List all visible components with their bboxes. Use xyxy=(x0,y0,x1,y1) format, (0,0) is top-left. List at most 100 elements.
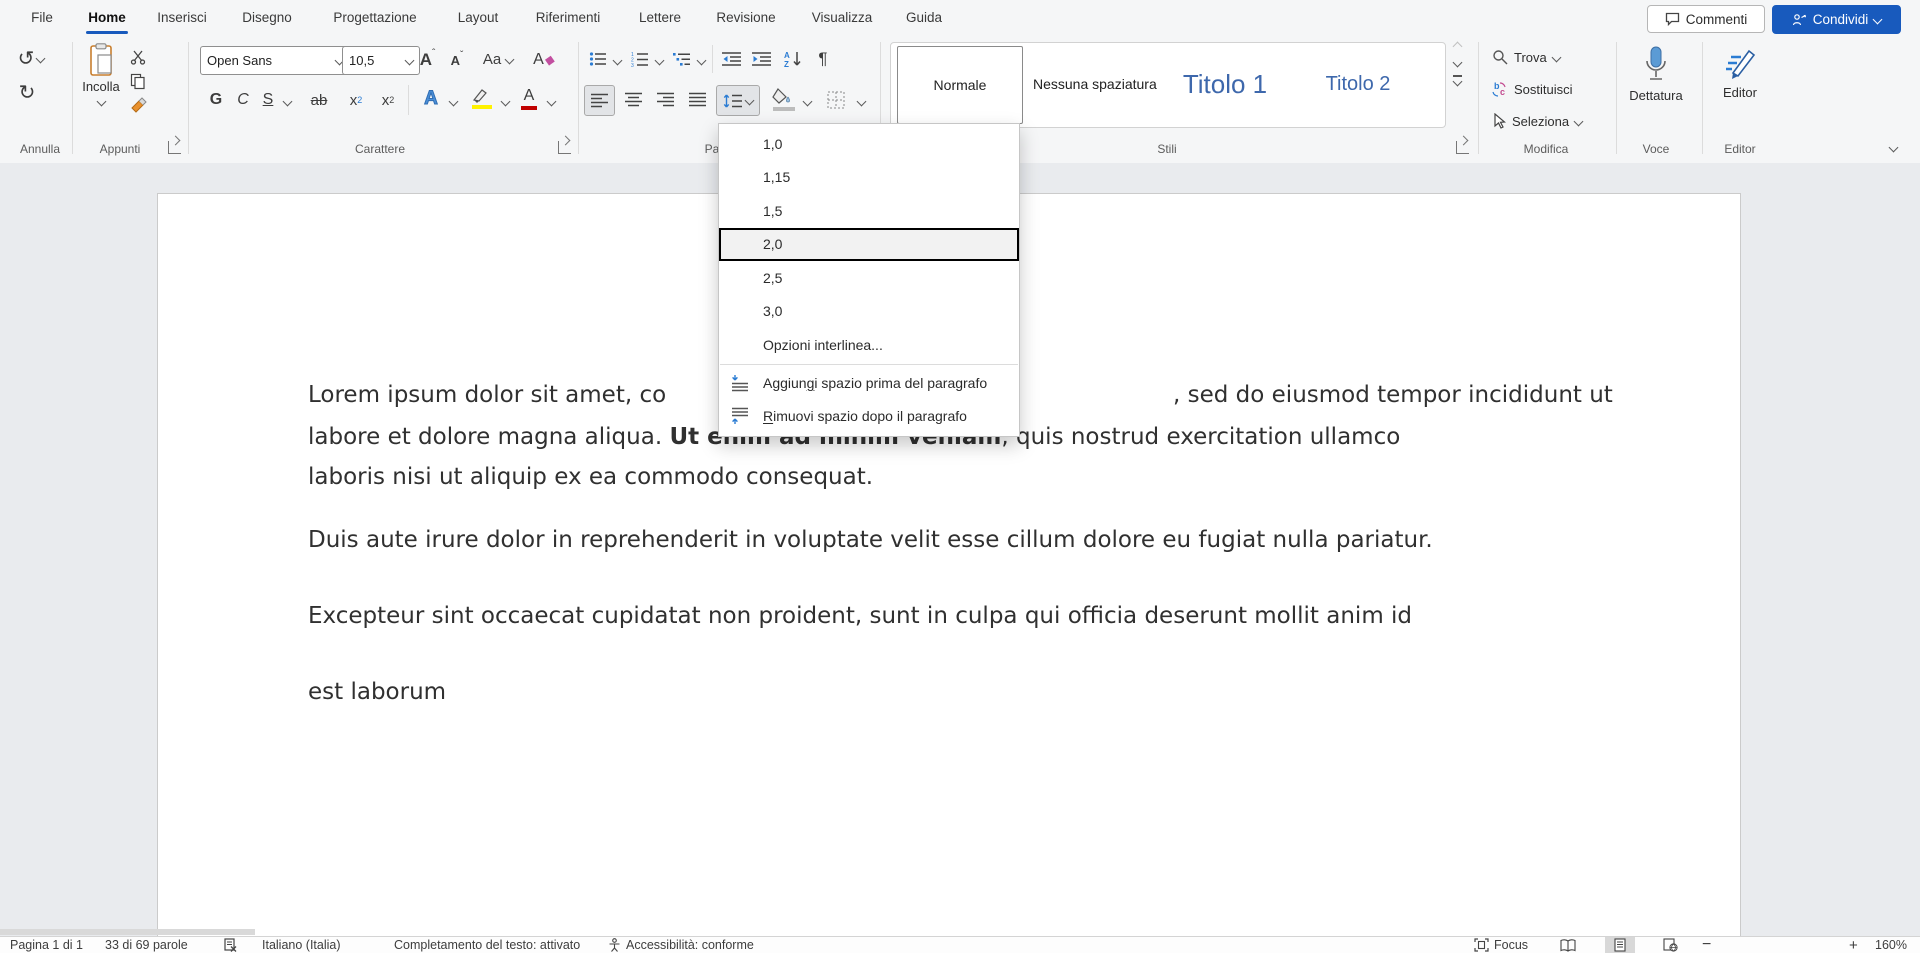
style-normale[interactable]: Normale xyxy=(897,46,1023,124)
proofing-icon xyxy=(224,938,237,952)
style-titolo-2[interactable]: Titolo 2 xyxy=(1295,46,1421,122)
spacing-option-1-0[interactable]: 1,0 xyxy=(719,127,1019,161)
accessibility-status[interactable]: Accessibilità: conforme xyxy=(608,937,754,953)
align-right-icon xyxy=(657,92,674,107)
accessibility-icon xyxy=(608,938,621,952)
chevron-down-icon xyxy=(745,96,755,106)
chevron-down-icon xyxy=(501,97,511,107)
font-size-combo[interactable]: 10,5 xyxy=(342,46,420,75)
spacing-option-3-0[interactable]: 3,0 xyxy=(719,295,1019,329)
chevron-down-icon xyxy=(405,56,415,66)
add-space-before-item[interactable]: Aggiungi spazio prima del paragrafo xyxy=(719,367,1019,400)
replace-icon: b c xyxy=(1490,81,1508,97)
copy-button[interactable] xyxy=(126,71,150,91)
underline-button[interactable]: S xyxy=(256,87,280,113)
carattere-dialog-launcher[interactable] xyxy=(558,141,571,154)
comments-button[interactable]: Commenti xyxy=(1647,5,1765,33)
paste-button[interactable]: Incolla xyxy=(80,43,122,105)
increase-indent-button[interactable] xyxy=(748,47,774,71)
print-layout-button[interactable] xyxy=(1605,937,1635,953)
borders-button[interactable] xyxy=(820,85,852,114)
font-color-button[interactable]: A xyxy=(514,85,544,113)
zoom-level[interactable]: 160% xyxy=(1875,937,1907,953)
tab-revisione[interactable]: Revisione xyxy=(716,4,775,30)
stili-dialog-launcher[interactable] xyxy=(1456,141,1469,154)
justify-button[interactable] xyxy=(683,85,712,114)
collapse-ribbon-icon[interactable] xyxy=(1889,143,1899,153)
gallery-expand-button[interactable] xyxy=(1453,75,1462,85)
align-center-button[interactable] xyxy=(619,85,648,114)
share-button[interactable]: Condividi xyxy=(1772,5,1901,34)
remove-space-after-item[interactable]: Rimuovi spazio dopo il paragrafo xyxy=(719,400,1019,433)
dictate-button[interactable]: Dettatura xyxy=(1624,45,1688,103)
format-painter-button[interactable] xyxy=(126,95,150,117)
justify-icon xyxy=(689,92,706,107)
change-case-button[interactable]: Aa xyxy=(476,47,520,72)
find-button[interactable]: Trova xyxy=(1492,49,1560,65)
zoom-out-button[interactable]: − xyxy=(1702,937,1711,953)
spacing-option-2-5[interactable]: 2,5 xyxy=(719,261,1019,295)
align-right-button[interactable] xyxy=(651,85,680,114)
style-titolo-1[interactable]: Titolo 1 xyxy=(1161,46,1289,122)
shading-button[interactable] xyxy=(766,85,798,114)
line-spacing-button[interactable] xyxy=(716,85,760,116)
tab-riferimenti[interactable]: Riferimenti xyxy=(536,4,601,30)
italic-button[interactable]: C xyxy=(232,87,254,113)
appunti-dialog-launcher[interactable] xyxy=(168,141,181,154)
comments-label: Commenti xyxy=(1686,12,1748,27)
strikethrough-button[interactable]: ab xyxy=(302,87,336,113)
tab-file[interactable]: File xyxy=(31,4,53,30)
tab-lettere[interactable]: Lettere xyxy=(639,4,681,30)
horizontal-scrollbar-thumb[interactable] xyxy=(0,929,255,935)
bullets-button[interactable] xyxy=(586,47,610,71)
spacing-option-2-0[interactable]: 2,0 xyxy=(719,228,1019,262)
undo-button[interactable]: ↺ xyxy=(14,45,48,71)
zoom-in-button[interactable]: + xyxy=(1849,937,1858,953)
bold-button[interactable]: G xyxy=(204,87,228,113)
replace-button[interactable]: b c Sostituisci xyxy=(1490,81,1573,97)
language-status[interactable]: Italiano (Italia) xyxy=(262,937,341,953)
spacing-option-1-5[interactable]: 1,5 xyxy=(719,194,1019,228)
text-prediction-status[interactable]: Completamento del testo: attivato xyxy=(394,937,580,953)
superscript-button[interactable]: x2 xyxy=(374,87,402,113)
select-button[interactable]: Seleziona xyxy=(1492,113,1582,129)
redo-button[interactable]: ↻ xyxy=(14,79,40,105)
shrink-font-button[interactable]: Aˇ xyxy=(445,49,469,71)
tab-layout[interactable]: Layout xyxy=(458,4,499,30)
web-layout-button[interactable] xyxy=(1655,937,1685,953)
sort-button[interactable]: A Z xyxy=(780,47,808,71)
read-mode-button[interactable] xyxy=(1553,937,1583,953)
spacing-options-more[interactable]: Opzioni interlinea... xyxy=(719,328,1019,362)
grow-font-button[interactable]: Aˆ xyxy=(414,47,441,72)
focus-mode-button[interactable]: Focus xyxy=(1474,937,1528,953)
show-paragraph-marks-button[interactable]: ¶ xyxy=(812,47,834,71)
proofing-status[interactable] xyxy=(224,937,237,953)
numbering-button[interactable]: 123 xyxy=(628,47,652,71)
multilevel-list-button[interactable] xyxy=(670,47,694,71)
tab-home[interactable]: Home xyxy=(88,4,126,30)
subscript-button[interactable]: x2 xyxy=(342,87,370,113)
tab-guida[interactable]: Guida xyxy=(906,4,942,30)
font-color-bar xyxy=(521,106,537,110)
tab-visualizza[interactable]: Visualizza xyxy=(812,4,873,30)
editor-button[interactable]: Editor xyxy=(1712,45,1768,100)
font-name-combo[interactable]: Open Sans xyxy=(200,46,350,75)
style-nessuna-spaziatura[interactable]: Nessuna spaziatura xyxy=(1027,46,1161,122)
copy-icon xyxy=(130,73,146,90)
tab-inserisci[interactable]: Inserisci xyxy=(157,4,207,30)
az-sort-icon: A Z xyxy=(784,50,804,68)
page-count[interactable]: Pagina 1 di 1 xyxy=(10,937,83,953)
spacing-option-1-15[interactable]: 1,15 xyxy=(719,161,1019,195)
cut-button[interactable] xyxy=(126,47,150,67)
gallery-scroll-up-icon[interactable] xyxy=(1452,42,1462,52)
tab-disegno[interactable]: Disegno xyxy=(242,4,292,30)
tab-progettazione[interactable]: Progettazione xyxy=(333,4,416,30)
highlight-button[interactable] xyxy=(464,85,496,113)
text-effects-button[interactable]: A xyxy=(416,85,446,113)
gallery-scroll-down-icon[interactable] xyxy=(1452,58,1462,68)
clear-formatting-button[interactable]: A ◆ xyxy=(530,47,558,72)
word-count[interactable]: 33 di 69 parole xyxy=(105,937,188,953)
align-left-button[interactable] xyxy=(584,85,615,116)
svg-text:Z: Z xyxy=(784,60,789,68)
decrease-indent-button[interactable] xyxy=(718,47,744,71)
